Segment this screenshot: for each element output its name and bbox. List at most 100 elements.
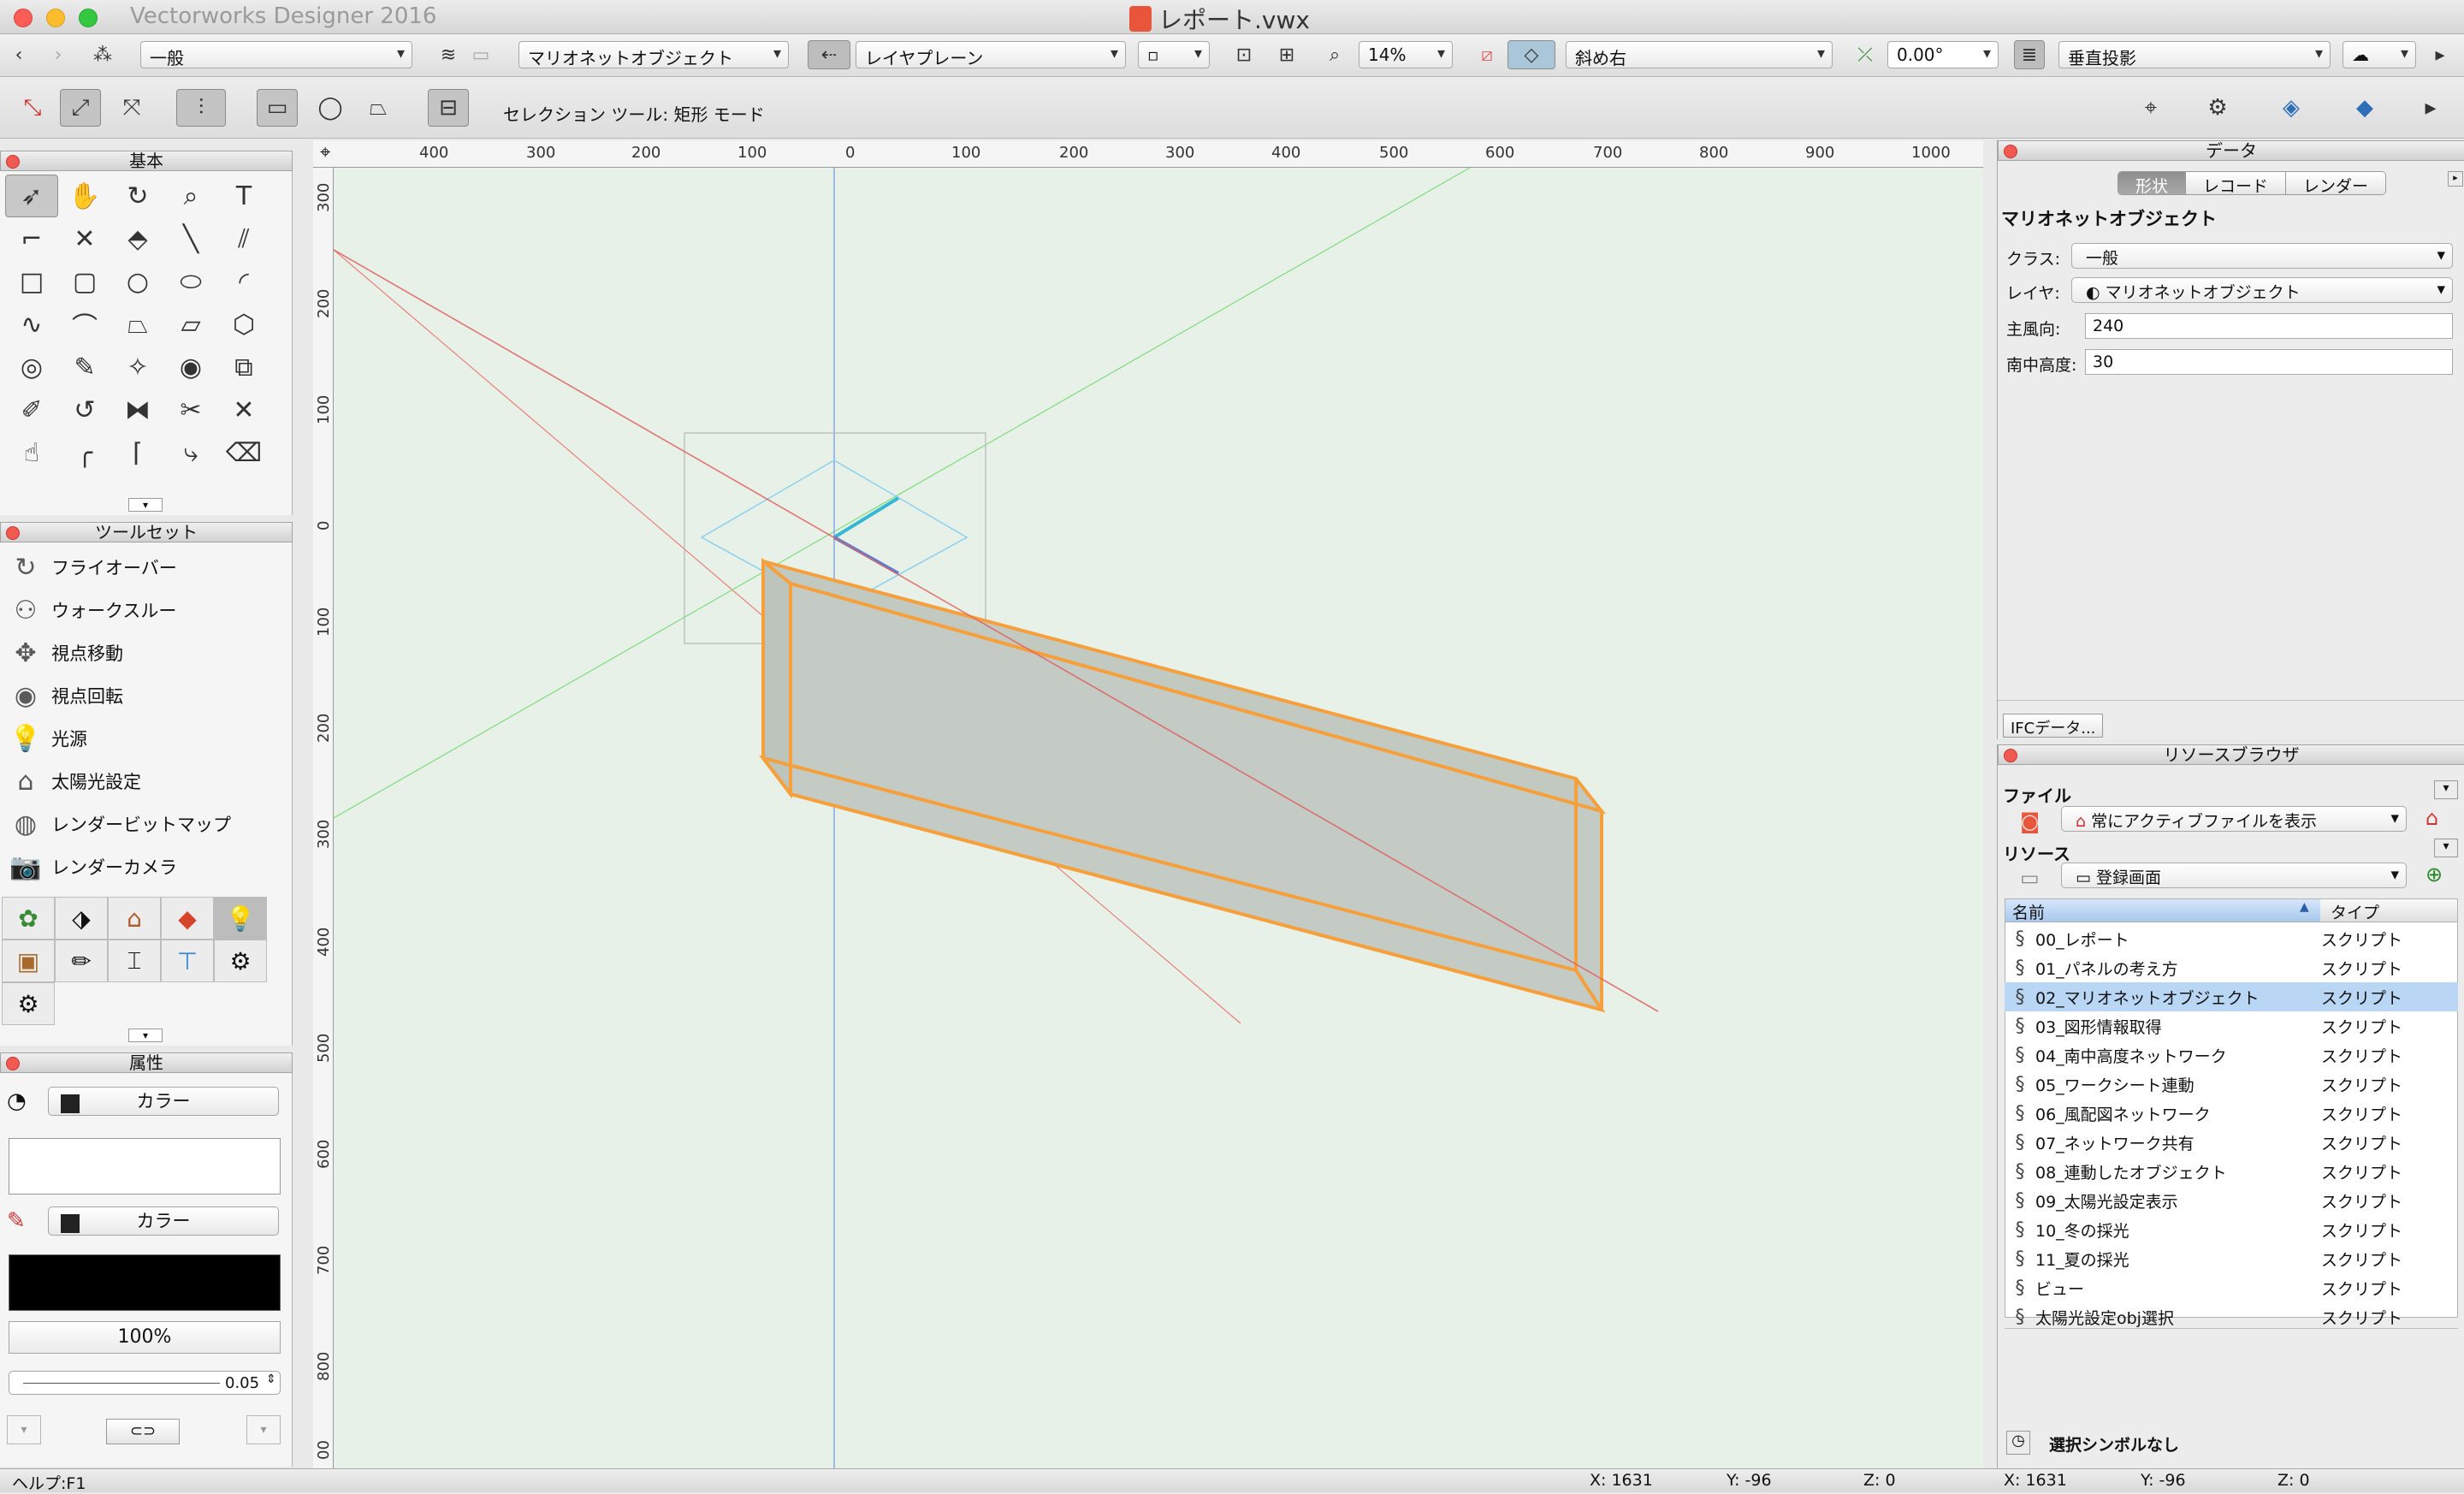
marionette-toolset-icon[interactable]: ⚙ xyxy=(2,982,55,1025)
toolset-item-light[interactable]: 💡 光源 xyxy=(0,717,291,760)
move-by-points-tool-icon[interactable]: ✐ xyxy=(5,388,58,431)
link-markers-icon[interactable]: ⊂⊃ xyxy=(106,1419,180,1444)
end-marker-dropdown[interactable]: ▾ xyxy=(246,1415,281,1444)
eraser-tool-icon[interactable]: ⌫ xyxy=(217,431,270,474)
projection-icon[interactable]: ≣ xyxy=(2014,40,2045,69)
magnet-snap-icon[interactable]: ⌖ xyxy=(2130,89,2171,127)
fill-style-dropdown[interactable]: カラー xyxy=(48,1087,279,1116)
view-options-icon[interactable]: ◆ xyxy=(2344,89,2385,127)
more-options-icon[interactable]: ▸ xyxy=(2425,40,2455,69)
resource-row[interactable]: § 07_ネットワーク共有 スクリプト xyxy=(2005,1128,2458,1157)
arc-tool-icon[interactable]: ◜ xyxy=(217,260,270,303)
close-palette-icon[interactable] xyxy=(2004,145,2017,158)
selection-tool-icon[interactable]: ➶ xyxy=(5,175,58,217)
resource-row[interactable]: § ビュー スクリプト xyxy=(2005,1273,2458,1302)
tab-record[interactable]: レコード xyxy=(2186,172,2287,194)
rotation-angle-field[interactable]: 0.00° xyxy=(1887,41,1999,68)
resource-type-dropdown[interactable]: ▭ 登録画面 xyxy=(2061,863,2407,888)
selection-options-icon[interactable]: ⊟ xyxy=(428,89,469,127)
resource-row[interactable]: § 01_パネルの考え方 スクリプト xyxy=(2005,953,2458,982)
resource-row[interactable]: § 03_図形情報取得 スクリプト xyxy=(2005,1011,2458,1040)
zoom-window-button[interactable] xyxy=(79,9,98,27)
file-dropdown[interactable]: ⌂ 常にアクティブファイルを表示 xyxy=(2061,806,2407,832)
single-object-scaling-icon[interactable]: ⤢ xyxy=(60,89,101,127)
drawing-canvas[interactable] xyxy=(334,168,1983,1468)
toolset-item-render-camera[interactable]: 📷 レンダーカメラ xyxy=(0,845,291,888)
eyedropper-tool-icon[interactable]: ✎ xyxy=(58,346,111,388)
detailing-toolset-icon[interactable]: ✏ xyxy=(55,940,108,982)
visualization-toolset-icon[interactable]: 💡 xyxy=(214,897,267,940)
rectangle-marquee-icon[interactable]: ▭ xyxy=(257,89,298,127)
back-arrow-icon[interactable]: ‹ xyxy=(3,40,34,69)
double-line-tool-icon[interactable]: ⫽ xyxy=(217,217,270,260)
opacity-button[interactable]: 100% xyxy=(9,1321,281,1354)
type-column-header[interactable]: タイプ xyxy=(2324,900,2379,923)
polyline-tool-icon[interactable]: ⌒ xyxy=(58,303,111,346)
toolset-item-walkthrough[interactable]: ⚇ ウォークスルー xyxy=(0,589,291,631)
layers-icon[interactable]: ≋ xyxy=(433,40,464,69)
fit-to-objects-icon[interactable]: ⊡ xyxy=(1229,40,1259,69)
machine-toolset-icon[interactable]: ⚙ xyxy=(214,940,267,982)
toolset-item-translate-view[interactable]: ✥ 視点移動 xyxy=(0,631,291,674)
pan-tool-icon[interactable]: ✋ xyxy=(58,175,111,217)
reshape-tool-icon[interactable]: ⧉ xyxy=(217,346,270,388)
expand-palette-icon[interactable]: ▾ xyxy=(128,498,163,512)
pen-style-dropdown[interactable]: カラー xyxy=(48,1206,279,1236)
layer-dropdown[interactable]: ◐ マリオネットオブジェクト xyxy=(2071,277,2453,303)
rotate-tool-icon[interactable]: ↺ xyxy=(58,388,111,431)
plane-mode-icon[interactable]: ⇠ xyxy=(808,40,850,69)
line-tool-icon[interactable]: ╲ xyxy=(164,217,217,260)
fillet-tool-icon[interactable]: ╭ xyxy=(58,431,111,474)
zoom-icon[interactable]: ⌕ xyxy=(1319,40,1350,69)
expand-toolset-icon[interactable]: ▾ xyxy=(128,1029,163,1042)
zoom-tool-icon[interactable]: ⌕ xyxy=(164,175,217,217)
resource-row[interactable]: § 04_南中高度ネットワーク スクリプト xyxy=(2005,1040,2458,1070)
flyover-tool-icon[interactable]: ↻ xyxy=(111,175,164,217)
3d-locus-tool-icon[interactable]: ⬘ xyxy=(111,217,164,260)
toolset-item-sun-settings[interactable]: ⌂ 太陽光設定 xyxy=(0,760,291,803)
building-toolset-icon[interactable]: ⌂ xyxy=(108,897,161,940)
resource-row[interactable]: § 00_レポート スクリプト xyxy=(2005,924,2458,953)
resource-row[interactable]: § 08_連動したオブジェクト スクリプト xyxy=(2005,1157,2458,1186)
close-palette-icon[interactable] xyxy=(6,526,20,540)
page-dropdown[interactable]: ▫ xyxy=(1138,41,1210,68)
freehand-tool-icon[interactable]: ∿ xyxy=(5,303,58,346)
layer-options-icon[interactable]: ▭ xyxy=(465,40,496,69)
polygon-marquee-icon[interactable]: ⏢ xyxy=(358,89,399,127)
axis-angle-icon[interactable]: ⤫ xyxy=(1850,40,1881,69)
attribute-mapping-tool-icon[interactable]: ◉ xyxy=(164,346,217,388)
line-weight-field[interactable]: 0.05 ⇕ xyxy=(9,1371,281,1395)
active-class-dropdown[interactable]: 一般 xyxy=(140,41,412,68)
polygon-tool-icon[interactable]: ⏢ xyxy=(111,303,164,346)
marionette-object[interactable] xyxy=(758,557,1607,1013)
resource-row[interactable]: § 10_冬の採光 スクリプト xyxy=(2005,1215,2458,1244)
resource-row[interactable]: § 11_夏の採光 スクリプト xyxy=(2005,1244,2458,1273)
fit-to-page-icon[interactable]: ⊞ xyxy=(1271,40,1302,69)
culmination-altitude-field[interactable]: 30 xyxy=(2085,349,2453,375)
pen-preview[interactable] xyxy=(9,1254,281,1311)
name-column-header[interactable]: 名前 xyxy=(2005,899,2320,922)
settings-gear-icon[interactable]: ⚙ xyxy=(2197,89,2238,127)
standard-view-dropdown[interactable]: 斜め右 xyxy=(1566,41,1833,68)
home-button-icon[interactable]: ⌂ xyxy=(2426,806,2438,830)
close-palette-icon[interactable] xyxy=(2004,749,2017,762)
offset-tool-icon[interactable]: ⤷ xyxy=(164,431,217,474)
circle-tool-icon[interactable]: ○ xyxy=(111,260,164,303)
mirror-tool-icon[interactable]: ⧓ xyxy=(111,388,164,431)
minimize-window-button[interactable] xyxy=(46,9,65,27)
render-options-icon[interactable]: ◈ xyxy=(2271,89,2312,127)
transform-mode-icon[interactable]: ⫶ xyxy=(176,89,226,127)
class-dropdown[interactable]: 一般 xyxy=(2071,243,2453,269)
main-wind-direction-field[interactable]: 240 xyxy=(2085,313,2453,339)
text-tool-icon[interactable]: T xyxy=(217,175,270,217)
palette-menu-icon[interactable]: ▸ xyxy=(2448,171,2463,187)
regular-polygon-tool-icon[interactable]: ⬡ xyxy=(217,303,270,346)
render-mode-icon[interactable]: ⧄ xyxy=(1472,40,1502,69)
callout-tool-icon[interactable]: ⌐ xyxy=(5,217,58,260)
locus-tool-icon[interactable]: ✕ xyxy=(58,217,111,260)
file-menu-icon[interactable]: ▾ xyxy=(2434,780,2458,799)
working-plane-dropdown[interactable]: レイヤプレーン xyxy=(856,41,1126,68)
resource-row[interactable]: § 05_ワークシート連動 スクリプト xyxy=(2005,1070,2458,1099)
lasso-marquee-icon[interactable]: ◯ xyxy=(310,89,351,127)
rounded-rectangle-tool-icon[interactable]: ▢ xyxy=(58,260,111,303)
